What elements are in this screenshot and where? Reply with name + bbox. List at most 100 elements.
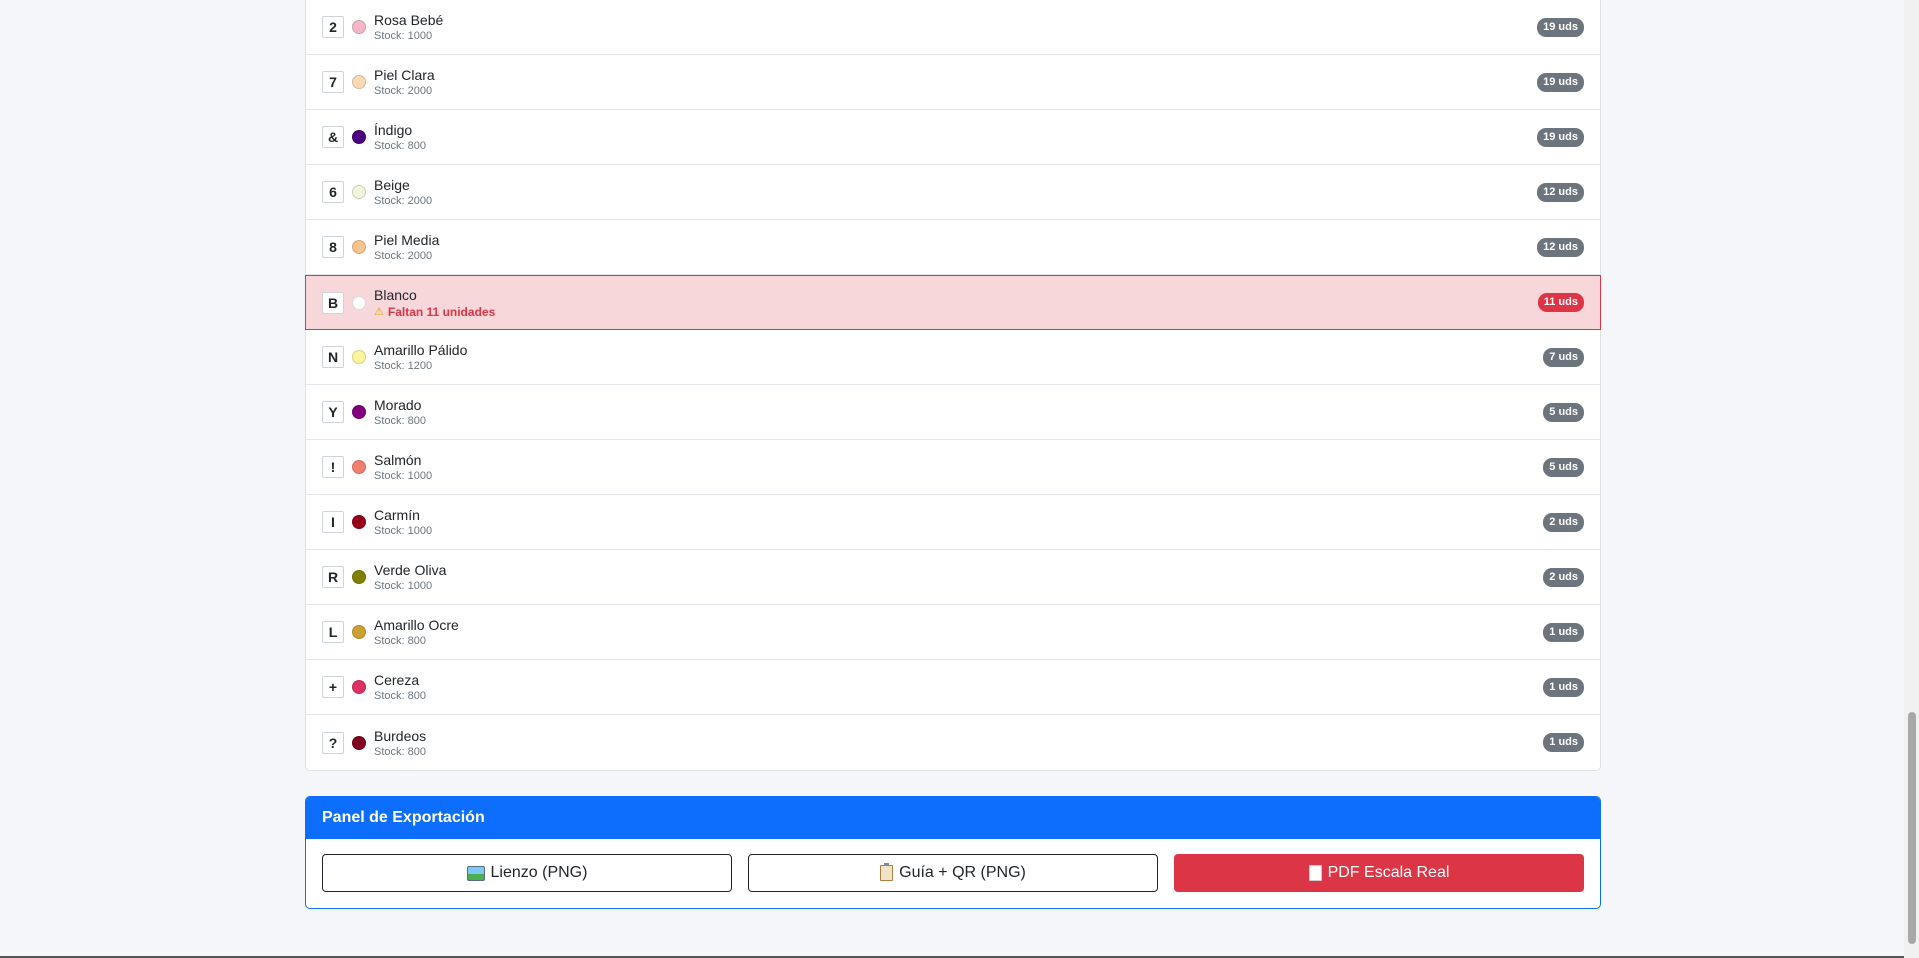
export-pdf-button[interactable]: PDF Escala Real: [1174, 854, 1584, 892]
thread-info: Burdeos Stock: 800: [374, 727, 1543, 759]
units-badge: 1 uds: [1543, 733, 1584, 752]
thread-stock: Stock: 800: [374, 140, 426, 152]
thread-info: Piel Clara Stock: 2000: [374, 66, 1537, 98]
shortage-warning: ⚠ Faltan 11 unidades: [374, 304, 1538, 320]
thread-name: Piel Clara: [374, 67, 435, 83]
thread-row: ! Salmón Stock: 1000 5 uds: [306, 440, 1600, 495]
thread-name: Cereza: [374, 672, 420, 688]
thread-info: Rosa Bebé Stock: 1000: [374, 11, 1537, 43]
thread-name: Morado: [374, 397, 422, 413]
export-buttons: Lienzo (PNG) Guía + QR (PNG) PDF Escala …: [306, 839, 1600, 907]
thread-info: Salmón Stock: 1000: [374, 451, 1543, 483]
color-swatch: [352, 680, 366, 694]
export-guide-qr-button[interactable]: Guía + QR (PNG): [748, 854, 1158, 892]
color-swatch: [352, 625, 366, 639]
thread-row: 6 Beige Stock: 2000 12 uds: [306, 165, 1600, 220]
thread-stock: Stock: 1000: [374, 525, 433, 537]
scrollbar-thumb[interactable]: [1908, 712, 1916, 944]
thread-info: Piel Media Stock: 2000: [374, 231, 1537, 263]
units-badge: 19 uds: [1537, 17, 1584, 37]
units-badge: 2 uds: [1543, 512, 1584, 532]
color-swatch: [352, 570, 366, 584]
thread-symbol: 6: [322, 181, 344, 203]
thread-name: Salmón: [374, 452, 422, 468]
thread-name: Blanco: [374, 286, 417, 303]
thread-symbol: 2: [322, 16, 344, 38]
units-badge: 12 uds: [1537, 182, 1584, 202]
units-badge: 19 uds: [1537, 72, 1584, 92]
thread-info: Amarillo Ocre Stock: 800: [374, 616, 1543, 648]
color-swatch: [352, 350, 366, 364]
color-swatch: [352, 735, 366, 750]
color-swatch: [352, 185, 366, 199]
thread-info: Morado Stock: 800: [374, 396, 1543, 428]
thread-stock: Stock: 800: [374, 635, 426, 647]
thread-symbol: 8: [322, 236, 344, 258]
warning-icon: ⚠: [374, 305, 384, 318]
thread-stock: Stock: 1000: [374, 580, 433, 592]
thread-row: R Verde Oliva Stock: 1000 2 uds: [306, 550, 1600, 605]
document-icon: [1308, 865, 1322, 881]
export-canvas-png-button[interactable]: Lienzo (PNG): [322, 854, 732, 892]
thread-symbol: R: [322, 566, 344, 588]
thread-row: Y Morado Stock: 800 5 uds: [306, 385, 1600, 440]
thread-info: Amarillo Pálido Stock: 1200: [374, 341, 1543, 373]
units-badge: 5 uds: [1543, 457, 1584, 477]
thread-row: 8 Piel Media Stock: 2000 12 uds: [306, 220, 1600, 275]
thread-row: B Blanco ⚠ Faltan 11 unidades 11 uds: [305, 275, 1601, 330]
thread-row: & Índigo Stock: 800 19 uds: [306, 110, 1600, 165]
thread-list: 2 Rosa Bebé Stock: 1000 19 uds 7 Piel Clara St…: [305, 0, 1601, 771]
thread-info: Índigo Stock: 800: [374, 121, 1537, 153]
thread-symbol: B: [322, 291, 344, 314]
color-swatch: [352, 295, 366, 310]
thread-stock: Stock: 1000: [374, 30, 433, 42]
page-scrollbar[interactable]: [1904, 0, 1919, 958]
thread-info: Cereza Stock: 800: [374, 671, 1543, 703]
export-pdf-label: PDF Escala Real: [1327, 864, 1450, 881]
units-badge: 19 uds: [1537, 127, 1584, 147]
thread-row: + Cereza Stock: 800 1 uds: [306, 660, 1600, 715]
thread-stock: Stock: 1200: [374, 360, 433, 372]
units-badge: 7 uds: [1543, 347, 1584, 367]
thread-name: Verde Oliva: [374, 562, 447, 578]
thread-stock: Stock: 800: [374, 690, 426, 702]
color-swatch: [352, 130, 366, 144]
thread-symbol: N: [322, 346, 344, 368]
thread-row: L Amarillo Ocre Stock: 800 1 uds: [306, 605, 1600, 660]
thread-row: 7 Piel Clara Stock: 2000 19 uds: [306, 55, 1600, 110]
thread-symbol: ?: [322, 731, 344, 754]
thread-info: Verde Oliva Stock: 1000: [374, 561, 1543, 593]
units-badge: 1 uds: [1543, 677, 1584, 697]
thread-stock: Stock: 2000: [374, 250, 433, 262]
color-swatch: [352, 460, 366, 474]
thread-row: N Amarillo Pálido Stock: 1200 7 uds: [306, 330, 1600, 385]
thread-info: Carmín Stock: 1000: [374, 506, 1543, 538]
thread-row: ? Burdeos Stock: 800 1 uds: [306, 715, 1600, 770]
thread-name: Amarillo Pálido: [374, 342, 468, 358]
thread-stock: Stock: 800: [374, 745, 426, 758]
thread-name: Piel Media: [374, 232, 440, 248]
units-badge: 11 uds: [1537, 293, 1584, 312]
export-guide-qr-label: Guía + QR (PNG): [899, 864, 1026, 881]
thread-stock: Stock: 2000: [374, 195, 433, 207]
thread-symbol: L: [322, 621, 344, 643]
color-swatch: [352, 20, 366, 34]
color-swatch: [352, 240, 366, 254]
color-swatch: [352, 405, 366, 419]
image-icon: [466, 865, 485, 881]
thread-symbol: !: [322, 456, 344, 478]
export-panel-title: Panel de Exportación: [306, 797, 1600, 839]
thread-symbol: 7: [322, 71, 344, 93]
export-panel: Panel de Exportación Lienzo (PNG) Guía +…: [305, 796, 1601, 909]
thread-name: Amarillo Ocre: [374, 617, 459, 633]
thread-name: Índigo: [374, 122, 413, 138]
thread-info: Blanco ⚠ Faltan 11 unidades: [374, 286, 1538, 320]
units-badge: 12 uds: [1537, 237, 1584, 257]
shortage-warning-text: Faltan 11 unidades: [387, 304, 496, 319]
thread-name: Beige: [374, 177, 410, 193]
thread-symbol: &: [322, 126, 344, 148]
thread-symbol: +: [322, 676, 344, 698]
clipboard-icon: [880, 863, 894, 881]
thread-row: I Carmín Stock: 1000 2 uds: [306, 495, 1600, 550]
thread-name: Carmín: [374, 507, 420, 523]
